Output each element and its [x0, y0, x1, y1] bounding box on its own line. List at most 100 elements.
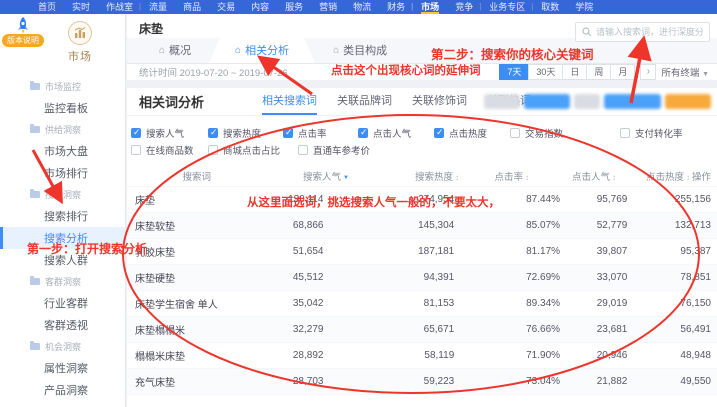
metric-checkbox[interactable]: 直通车参考价	[298, 143, 370, 157]
subtab[interactable]: 相关搜索词	[262, 88, 317, 115]
censored-button[interactable]	[604, 94, 661, 109]
range-button[interactable]: 7天	[499, 64, 529, 80]
nav-item[interactable]: 业务专区	[481, 0, 533, 14]
nav-item[interactable]: 营销	[311, 0, 345, 14]
metric-checkbox[interactable]: 支付转化率	[620, 126, 683, 140]
column-header[interactable]: 搜索热度	[349, 169, 459, 183]
search-input[interactable]	[596, 27, 703, 37]
metric-filters: 搜索人气 搜索热度 点击率 点击人气	[127, 116, 717, 163]
metric-checkbox[interactable]: 点击热度	[434, 126, 510, 140]
range-button[interactable]: 周	[586, 64, 611, 80]
table-body: 床垫 130,114 274,954 87.44% 95,769 255,156…	[127, 187, 717, 395]
nav-item[interactable]: 交易	[209, 0, 243, 14]
metric-checkbox[interactable]: 在线商品数	[131, 143, 208, 157]
sidebar-item-label: 市场大盘	[44, 143, 88, 159]
sort-icon[interactable]	[686, 172, 690, 183]
column-header[interactable]: 点击人气	[529, 169, 616, 183]
nav-item[interactable]: 实时	[64, 0, 98, 14]
tab-page-icon: ⌂	[333, 38, 339, 64]
censored-button[interactable]	[665, 94, 711, 109]
subtab[interactable]: 关联修饰词	[412, 88, 467, 115]
next-page-button[interactable]: ›	[640, 64, 656, 80]
range-button[interactable]: 30天	[528, 64, 563, 80]
click-rate-cell: 73.04%	[454, 376, 560, 387]
terminal-filter-dropdown[interactable]: 所有终端 ▼	[661, 65, 709, 79]
sidebar-item[interactable]: 市场监控	[0, 76, 125, 97]
censored-button[interactable]	[524, 94, 570, 109]
click-popularity-cell: 39,807	[560, 246, 627, 257]
column-label: 搜索热度	[415, 172, 453, 183]
actions-cell: 搜索分析 人群分析	[711, 319, 713, 341]
column-header[interactable]: 搜索人气	[213, 169, 349, 183]
sidebar-item-label: 客群透视	[44, 317, 88, 333]
sidebar-item[interactable]: 客群透视	[0, 314, 125, 336]
nav-item[interactable]: 学院	[567, 0, 601, 14]
sidebar-item[interactable]: 市场大盘	[0, 140, 125, 162]
actions-cell: 搜索分析 人群分析	[711, 293, 713, 315]
nav-item[interactable]: 服务	[277, 0, 311, 14]
metric-checkbox[interactable]: 搜索人气	[131, 126, 208, 140]
main-tab[interactable]: ⌂ 相关分析	[209, 38, 315, 63]
search-term-cell: 床垫榻榻米	[131, 322, 245, 337]
nav-item[interactable]: 商品	[175, 0, 209, 14]
module-switcher[interactable]: 市场	[40, 21, 120, 64]
nav-item[interactable]: 取数	[533, 0, 567, 14]
nav-item[interactable]: 财务	[379, 0, 413, 14]
nav-item[interactable]: 流量	[141, 0, 175, 14]
sidebar-item[interactable]: 客群洞察	[0, 271, 125, 292]
sidebar-item[interactable]: 市场排行	[0, 162, 125, 184]
nav-item[interactable]: 市场	[413, 0, 447, 14]
search-heat-cell: 187,181	[323, 246, 454, 257]
chevron-down-icon: ▼	[702, 71, 709, 78]
column-header[interactable]: 点击率	[459, 169, 529, 183]
nav-item[interactable]: 作战室	[98, 0, 141, 14]
range-button[interactable]: 日	[562, 64, 587, 80]
search-heat-cell: 59,223	[323, 376, 454, 387]
click-heat-cell: 48,948	[627, 350, 711, 361]
column-header[interactable]: 点击热度	[616, 169, 692, 183]
sidebar-item-label: 搜索洞察	[45, 188, 81, 201]
search-term-cell: 充气床垫	[131, 374, 245, 389]
metric-checkbox[interactable]: 点击人气	[358, 126, 434, 140]
sidebar-item[interactable]: 行业客群	[0, 292, 125, 314]
nav-item[interactable]: 竞争	[447, 0, 481, 14]
checkbox-icon	[131, 128, 141, 138]
sidebar-item[interactable]: 监控看板	[0, 97, 125, 119]
column-header[interactable]: 操作	[692, 169, 713, 183]
nav-item[interactable]: 内容	[243, 0, 277, 14]
main-tab[interactable]: ⌂ 类目构成	[315, 38, 405, 63]
column-header[interactable]: 搜索词	[131, 169, 213, 183]
metric-label: 在线商品数	[146, 143, 194, 157]
metric-checkbox[interactable]: 点击率	[283, 126, 358, 140]
sidebar-item[interactable]: 属性洞察	[0, 357, 125, 379]
sidebar: 版本说明 市场 市场监控 监控看板 供给洞察	[0, 14, 126, 407]
rocket-logo-icon[interactable]	[13, 16, 33, 36]
sidebar-item[interactable]: 搜索洞察	[0, 184, 125, 205]
version-badge[interactable]: 版本说明	[2, 34, 44, 47]
metric-checkbox[interactable]: 商城点击占比	[208, 143, 298, 157]
sidebar-item[interactable]: 搜索分析	[0, 227, 125, 249]
metric-label: 搜索人气	[146, 126, 184, 140]
metric-checkbox[interactable]: 搜索热度	[208, 126, 283, 140]
tab-label: 类目构成	[343, 38, 387, 64]
market-module-icon	[68, 21, 92, 45]
actions-cell: 搜索分析 人群分析	[711, 267, 713, 289]
metric-checkbox[interactable]: 交易指数	[510, 126, 620, 140]
sidebar-item[interactable]: 搜索排行	[0, 205, 125, 227]
sidebar-item[interactable]: 搜索人群	[0, 249, 125, 271]
search-popularity-cell: 28,892	[245, 350, 324, 361]
column-label: 点击人气	[572, 172, 610, 183]
keyword-search-box	[575, 22, 710, 42]
column-label: 搜索人气	[303, 172, 341, 183]
range-button[interactable]: 月	[610, 64, 635, 80]
sidebar-item[interactable]: 产品洞察	[0, 379, 125, 401]
sidebar-item[interactable]: 供给洞察	[0, 119, 125, 140]
sidebar-item[interactable]: 机会洞察	[0, 336, 125, 357]
main-tab[interactable]: ⌂ 概况	[141, 38, 209, 63]
subtab[interactable]: 关联品牌词	[337, 88, 392, 115]
section-header: 相关词分析 相关搜索词 关联品牌词 关联修饰词 关联热词	[127, 88, 717, 116]
nav-item[interactable]: 物流	[345, 0, 379, 14]
click-heat-cell: 56,491	[627, 324, 711, 335]
nav-item[interactable]: 首页	[30, 0, 64, 14]
search-heat-cell: 81,153	[323, 298, 454, 309]
